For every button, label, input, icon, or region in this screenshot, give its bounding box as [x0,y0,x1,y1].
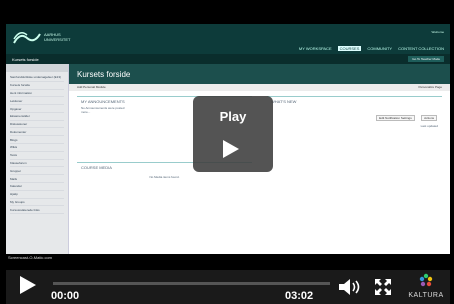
play-label: Play [219,109,247,124]
course-menu-item[interactable]: My Groups [10,199,64,207]
course-menu-item[interactable]: Diskussioner [10,121,64,129]
course-menu-item[interactable]: Hjælp [10,191,64,199]
university-logo-icon [13,32,41,44]
course-menu-item[interactable]: Opgaver [10,105,64,113]
personalize-page-button[interactable]: Personalize Page [418,85,442,89]
top-nav-item[interactable]: MY WORKSPACE [299,46,332,51]
course-menu-item[interactable]: Kursusrelaterede links [10,206,64,215]
course-sub-bar: Kursets forside Go To Teacher Mode [6,54,450,64]
fullscreen-icon[interactable] [374,278,392,296]
top-nav-item-active[interactable]: COURSES [337,46,362,51]
top-nav-item[interactable]: CONTENT COLLECTION [398,46,444,51]
course-menu-item[interactable]: Mails [10,175,64,183]
course-menu: Samfundskritiske undersøgelser (E13) Kur… [6,64,69,254]
play-overlay-button[interactable]: Play [193,96,273,172]
course-menu-item[interactable]: Kursets forside [10,82,64,90]
time-elapsed: 00:00 [51,290,80,302]
panel-header: WHAT'S NEW [271,99,297,104]
last-updated: Last updated [420,124,438,128]
top-nav-item[interactable]: COMMUNITY [367,46,392,51]
player-controls: 00:00 03:02 KALTURA [6,270,450,304]
course-menu-item[interactable]: Wikis [10,144,64,152]
course-menu-header [6,64,68,72]
actions-button[interactable]: Actions [421,115,437,121]
course-menu-item[interactable]: Klasseforum [10,160,64,168]
university-name: AARHUS UNIVERSITET [44,32,71,42]
watermark: Screencast-O-Matic.com [8,255,53,260]
panel-text: No Media items found. [149,175,180,179]
kaltura-wordmark: KALTURA [408,292,444,299]
course-menu-item[interactable]: Kalender [10,183,64,191]
course-menu-item[interactable]: Dokumenter [10,128,64,137]
top-nav: MY WORKSPACE COURSES COMMUNITY CONTENT C… [299,46,444,51]
time-duration: 03:02 [285,290,314,302]
edit-row: Add Personal Module Personalize Page [69,84,450,91]
page-title-bar: Kursets forside [69,64,450,84]
course-menu-item[interactable]: Lektioner [10,97,64,106]
kaltura-flower-icon [419,273,433,287]
video-player[interactable]: AARHUS UNIVERSITET Welcome MY WORKSPACE … [0,0,454,304]
course-menu-item[interactable]: Samfundskritiske undersøgelser (E13) [10,74,64,82]
course-menu-item[interactable]: Hent information [10,90,64,98]
play-icon [223,140,239,158]
kaltura-logo: KALTURA [404,272,448,302]
play-button-icon[interactable] [20,276,36,294]
page-title: Kursets forside [77,70,131,79]
whats-new-panel: WHAT'S NEW Edit Notification Settings Ac… [267,96,442,167]
progress-bar[interactable] [53,282,330,285]
lms-top-bar: AARHUS UNIVERSITET Welcome MY WORKSPACE … [6,24,450,54]
breadcrumb[interactable]: Kursets forside [12,57,39,62]
course-menu-item[interactable]: Grupper [10,167,64,176]
add-module-button[interactable]: Add Personal Module [77,85,106,89]
course-menu-item[interactable]: Eksamenstider [10,113,64,121]
teacher-mode-button[interactable]: Go To Teacher Mode [408,56,444,62]
user-greeting[interactable]: Welcome [432,30,444,34]
course-menu-item[interactable]: Blogs [10,136,64,145]
course-menu-item[interactable]: Tests [10,152,64,160]
notification-settings-button[interactable]: Edit Notification Settings [376,115,415,121]
volume-icon[interactable] [338,278,364,296]
